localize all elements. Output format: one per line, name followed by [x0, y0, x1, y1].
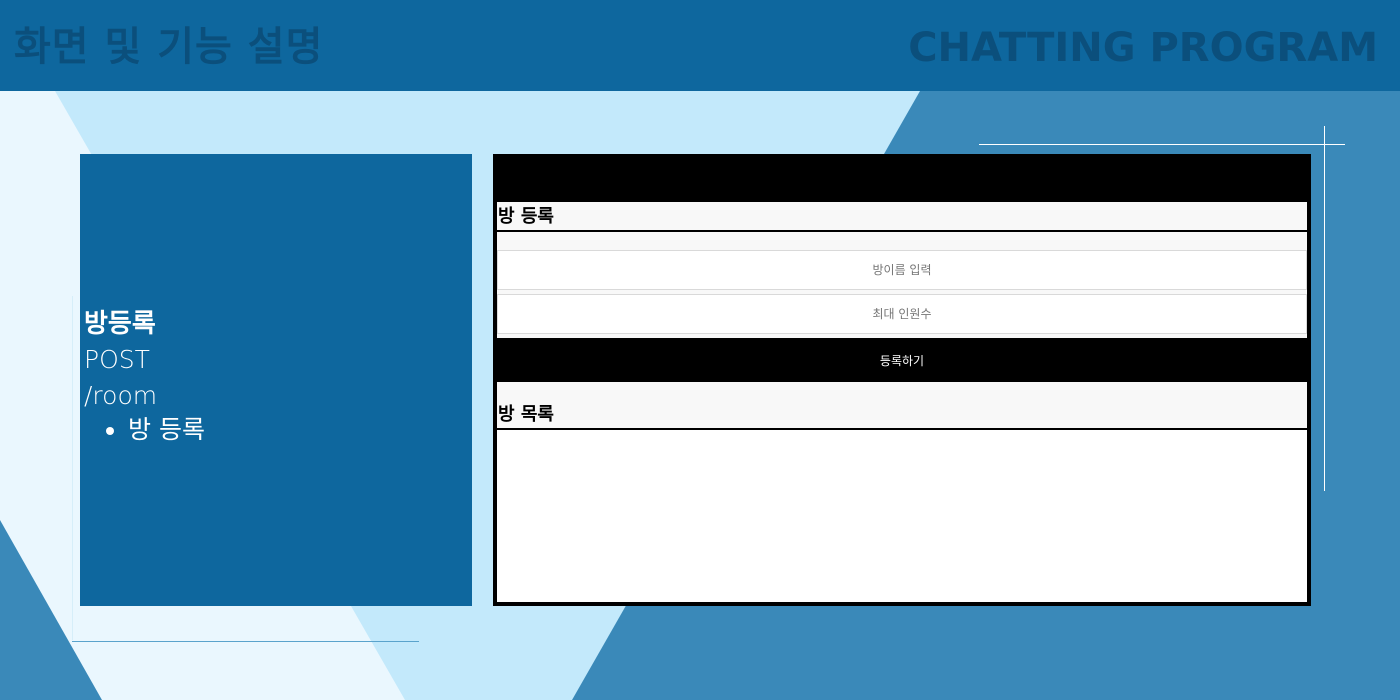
room-list-header: 방 목록 [497, 400, 1307, 430]
api-title: 방등록 [84, 309, 156, 339]
api-info-panel: 방등록 POST /room 방 등록 [80, 154, 472, 606]
room-name-input[interactable] [497, 250, 1307, 290]
spacer [497, 232, 1307, 250]
app-content: 방 등록 등록하기 방 목록 [497, 202, 1307, 602]
api-bullet: 방 등록 [128, 414, 205, 446]
slide-header: 화면 및 기능 설명 CHATTING PROGRAM [0, 0, 1400, 91]
spacer [497, 382, 1307, 400]
api-method: POST [84, 345, 150, 374]
register-button[interactable]: 등록하기 [497, 338, 1307, 382]
brand-title: CHATTING PROGRAM [908, 25, 1378, 71]
decor-line [1324, 126, 1325, 491]
register-section-header: 방 등록 [497, 202, 1307, 232]
api-path: /room [84, 381, 158, 410]
app-screenshot-frame: 방 등록 등록하기 방 목록 [493, 154, 1311, 606]
api-info-text: 방등록 POST /room 방 등록 [84, 306, 205, 446]
room-list [497, 432, 1307, 602]
decor-line [72, 296, 73, 640]
decor-line [979, 144, 1345, 145]
max-users-input[interactable] [497, 294, 1307, 334]
slide-title: 화면 및 기능 설명 [14, 24, 324, 70]
decor-line [72, 641, 419, 642]
api-bullet-list: 방 등록 [84, 414, 205, 446]
